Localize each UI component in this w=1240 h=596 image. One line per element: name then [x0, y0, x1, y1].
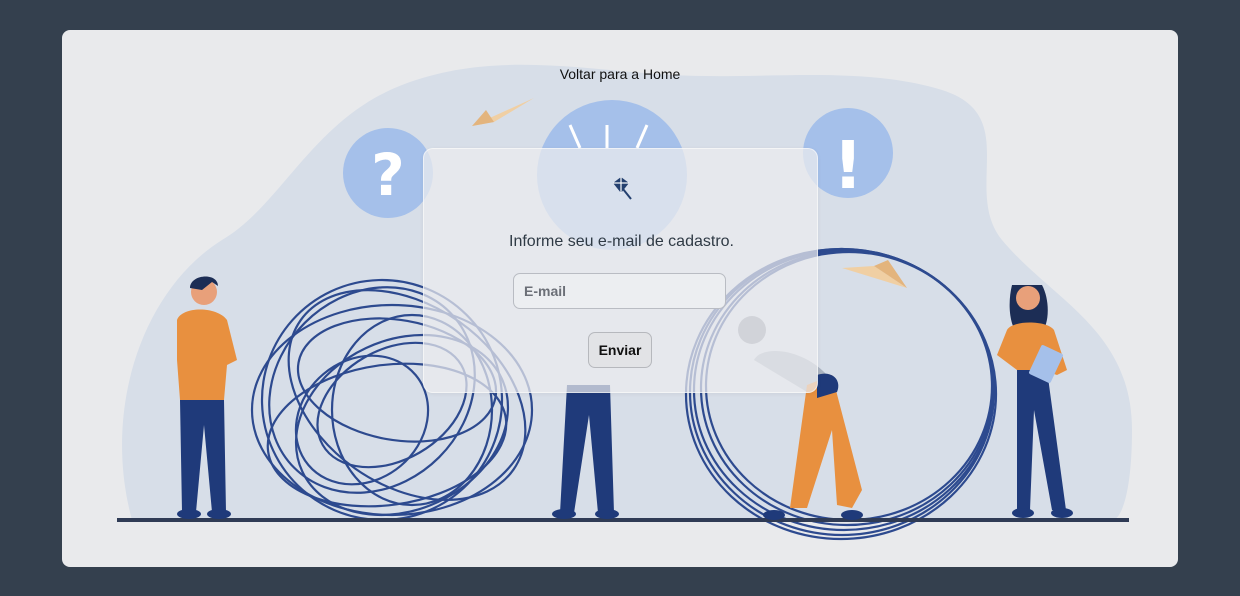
page-card: ? ! Voltar para a Home Informe seu e-mai… [62, 30, 1178, 567]
svg-text:!: ! [833, 127, 863, 204]
recovery-form: Informe seu e-mail de cadastro. Enviar [423, 148, 818, 393]
question-bubble-icon: ? [343, 128, 433, 218]
form-prompt: Informe seu e-mail de cadastro. [509, 233, 734, 250]
back-home-label[interactable]: Voltar para a Home [560, 66, 681, 82]
diamond-arrow-icon [613, 177, 632, 200]
submit-button[interactable]: Enviar [588, 332, 652, 368]
svg-text:?: ? [371, 141, 405, 209]
back-home-link[interactable]: Voltar para a Home [62, 66, 1178, 82]
email-field[interactable] [513, 273, 726, 309]
